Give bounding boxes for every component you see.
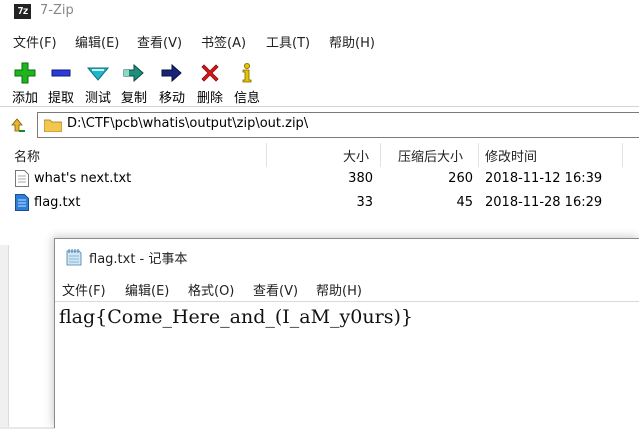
column-divider[interactable] xyxy=(380,143,381,167)
move-button[interactable]: 移动 xyxy=(152,58,192,106)
column-divider[interactable] xyxy=(622,143,623,167)
7zip-app-icon: 7z xyxy=(14,4,31,19)
up-folder-button[interactable] xyxy=(8,114,30,136)
minus-icon xyxy=(47,60,75,86)
folder-icon xyxy=(44,119,62,132)
column-size[interactable]: 大小 xyxy=(343,146,369,170)
path-text: D:\CTF\pcb\whatis\output\zip\out.zip\ xyxy=(67,116,309,131)
file-packed-size: 260 xyxy=(448,171,473,186)
file-size: 380 xyxy=(348,171,373,186)
notepad-icon xyxy=(66,249,82,266)
column-modified[interactable]: 修改时间 xyxy=(485,146,537,170)
notepad-menubar: 文件(F) 编辑(E) 格式(O) 查看(V) 帮助(H) xyxy=(55,276,639,301)
copy-button[interactable]: 复制 xyxy=(114,58,154,106)
column-packed-size[interactable]: 压缩后大小 xyxy=(398,146,463,170)
copy-arrow-icon xyxy=(120,60,148,86)
notepad-title: flag.txt - 记事本 xyxy=(89,252,188,267)
column-divider[interactable] xyxy=(478,143,479,167)
up-arrow-icon xyxy=(11,118,25,132)
delete-x-icon xyxy=(196,60,224,86)
notepad-content: flag{Come_Here_and_(I_aM_y0urs)} xyxy=(59,306,413,328)
notepad-menu-edit[interactable]: 编辑(E) xyxy=(125,280,169,299)
add-button[interactable]: 添加 xyxy=(5,58,45,106)
move-arrow-icon xyxy=(158,60,186,86)
info-icon xyxy=(233,60,261,86)
file-modified: 2018-11-12 16:39 xyxy=(485,171,603,186)
menubar: 文件(F) 编辑(E) 查看(V) 书签(A) 工具(T) 帮助(H) xyxy=(0,28,639,54)
column-divider[interactable] xyxy=(266,143,267,167)
extract-button[interactable]: 提取 xyxy=(41,58,81,106)
column-name[interactable]: 名称 xyxy=(14,146,40,170)
delete-button[interactable]: 删除 xyxy=(190,58,230,106)
check-chevron-icon xyxy=(84,60,112,86)
file-name: what's next.txt xyxy=(34,171,132,186)
file-packed-size: 45 xyxy=(456,195,473,210)
extract-label: 提取 xyxy=(47,91,74,106)
test-button[interactable]: 测试 xyxy=(78,58,118,106)
info-button[interactable]: 信息 xyxy=(227,58,267,106)
notepad-menu-help[interactable]: 帮助(H) xyxy=(316,280,362,299)
file-row[interactable]: flag.txt 33 45 2018-11-28 16:29 xyxy=(0,192,639,214)
notepad-titlebar[interactable]: flag.txt - 记事本 xyxy=(55,239,639,275)
notepad-window: flag.txt - 记事本 文件(F) 编辑(E) 格式(O) 查看(V) 帮… xyxy=(54,238,639,429)
text-file-icon xyxy=(15,194,29,211)
titlebar[interactable]: 7z 7-Zip xyxy=(0,0,639,26)
toolbar: 添加 提取 测试 复制 移动 删除 信息 xyxy=(0,56,639,107)
address-bar: D:\CTF\pcb\whatis\output\zip\out.zip\ xyxy=(0,108,639,142)
menu-tools[interactable]: 工具(T) xyxy=(266,32,310,51)
path-input[interactable]: D:\CTF\pcb\whatis\output\zip\out.zip\ xyxy=(37,112,639,138)
menu-edit[interactable]: 编辑(E) xyxy=(75,32,119,51)
test-label: 测试 xyxy=(84,91,111,106)
window-title: 7-Zip xyxy=(40,3,74,18)
file-modified: 2018-11-28 16:29 xyxy=(485,195,603,210)
notepad-menu-view[interactable]: 查看(V) xyxy=(253,280,298,299)
file-name: flag.txt xyxy=(34,195,81,210)
copy-label: 复制 xyxy=(120,91,147,106)
notepad-text-area[interactable]: flag{Come_Here_and_(I_aM_y0urs)} xyxy=(55,301,639,429)
left-scrollbar[interactable] xyxy=(0,245,9,427)
add-label: 添加 xyxy=(11,91,38,106)
menu-help[interactable]: 帮助(H) xyxy=(329,32,375,51)
file-row[interactable]: what's next.txt 380 260 2018-11-12 16:39 xyxy=(0,168,639,190)
notepad-menu-file[interactable]: 文件(F) xyxy=(62,280,106,299)
menu-file[interactable]: 文件(F) xyxy=(13,32,57,51)
text-file-icon xyxy=(15,170,29,187)
file-size: 33 xyxy=(356,195,373,210)
notepad-menu-format[interactable]: 格式(O) xyxy=(188,280,234,299)
menu-bookmarks[interactable]: 书签(A) xyxy=(201,32,246,51)
info-label: 信息 xyxy=(233,91,260,106)
menu-view[interactable]: 查看(V) xyxy=(137,32,182,51)
plus-icon xyxy=(11,60,39,86)
move-label: 移动 xyxy=(158,91,185,106)
delete-label: 删除 xyxy=(196,91,223,106)
